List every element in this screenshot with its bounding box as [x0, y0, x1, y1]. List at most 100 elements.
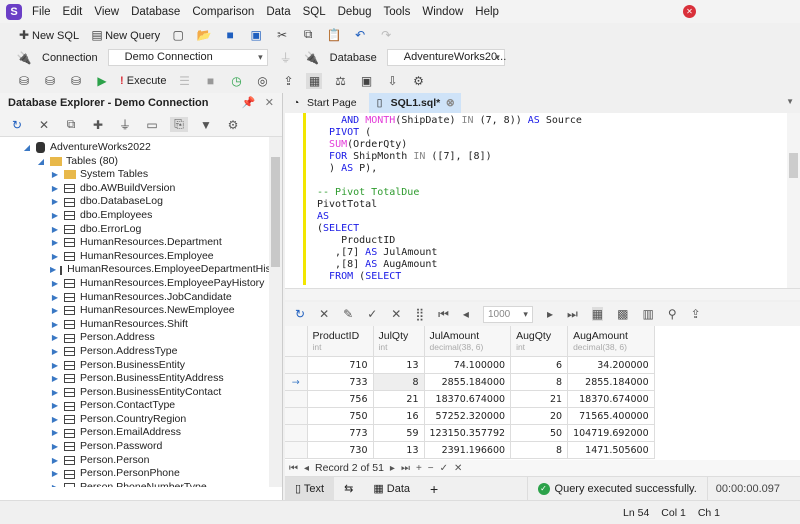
row-indicator[interactable] [285, 441, 308, 459]
tree-node-table[interactable]: ▶ Person.BusinessEntityAddress [0, 372, 282, 386]
tree-node-table[interactable]: ▶ HumanResources.EmployeeDepartmentHistor… [0, 263, 282, 277]
menu-view[interactable]: View [94, 6, 119, 18]
collapsed-arrow-icon[interactable]: ▶ [50, 467, 60, 481]
tab-start-page[interactable]: ◔ Start Page [285, 93, 369, 113]
refresh-icon[interactable]: ↻ [8, 118, 26, 132]
tree-node-table[interactable]: ▶ dbo.DatabaseLog [0, 195, 282, 209]
edit-icon[interactable]: ✎ [343, 307, 353, 321]
collapsed-arrow-icon[interactable]: ▶ [50, 331, 60, 345]
column-header[interactable]: JulAmount decimal(38, 6) [424, 326, 512, 357]
table-cell[interactable]: 123150.357792 [424, 424, 512, 442]
tree-node-table[interactable]: ▶ HumanResources.Department [0, 236, 282, 250]
connection-dropdown[interactable]: Demo Connection [107, 49, 268, 66]
collapsed-arrow-icon[interactable]: ▶ [50, 345, 60, 359]
menu-tools[interactable]: Tools [384, 6, 411, 18]
collapsed-arrow-icon[interactable]: ▶ [50, 399, 60, 413]
settings-icon[interactable]: ⚙ [224, 118, 242, 132]
collapsed-arrow-icon[interactable]: ▶ [50, 195, 60, 209]
collapsed-arrow-icon[interactable]: ▶ [50, 209, 60, 223]
tree-node-table[interactable]: ▶ Person.Password [0, 440, 282, 454]
table-row[interactable]: 710 13 74.100000 6 34.200000 [285, 356, 655, 374]
pin-icon[interactable]: 📌 [242, 97, 256, 109]
table-cell[interactable]: 59 [373, 424, 425, 442]
menu-file[interactable]: File [32, 6, 51, 18]
tree-node-table[interactable]: ▶ Person.Person [0, 454, 282, 468]
open-icon[interactable]: 📂 [196, 27, 212, 43]
tree-node-table[interactable]: ▶ Person.PersonPhone [0, 467, 282, 481]
export-grid-icon[interactable]: ⇪ [691, 307, 701, 321]
tab-data[interactable]: ▦ Data [363, 477, 420, 501]
first-record-icon[interactable]: ⏮ [289, 463, 298, 474]
export-icon[interactable]: ⇪ [280, 73, 296, 89]
run-icon[interactable]: ▶ [94, 73, 110, 89]
table-cell[interactable]: 50 [510, 424, 569, 442]
history-icon[interactable]: ◷ [228, 73, 244, 89]
database-edit-icon[interactable]: ⛁ [42, 73, 58, 89]
save-all-icon[interactable]: ▣ [248, 27, 264, 43]
expanded-arrow-icon[interactable]: ◢ [22, 141, 32, 155]
save-record-icon[interactable]: ✓ [440, 463, 448, 474]
table-cell[interactable]: 1471.505600 [567, 441, 655, 459]
execute-current-icon[interactable]: ☰ [176, 73, 192, 89]
first-page-icon[interactable]: ⏮ [438, 307, 449, 322]
menu-sql[interactable]: SQL [303, 6, 326, 18]
apply-icon[interactable]: ✓ [367, 307, 377, 321]
save-icon[interactable]: ■ [222, 27, 238, 43]
cancel-record-icon[interactable]: ✕ [454, 463, 462, 474]
delete-icon[interactable]: ✕ [35, 118, 53, 132]
database-connect-icon[interactable]: 🔌 [304, 50, 320, 66]
editor-hscrollbar[interactable] [285, 288, 800, 300]
tree-node-table[interactable]: ▶ Person.ContactType [0, 399, 282, 413]
collapsed-arrow-icon[interactable]: ▶ [50, 426, 60, 440]
table-cell[interactable]: 773 [307, 424, 374, 442]
disconnect-icon[interactable]: ⏚ [278, 50, 294, 66]
new-query-button[interactable]: ▤ New Query [89, 27, 160, 43]
editor-scrollbar[interactable] [787, 113, 800, 288]
prev-page-icon[interactable]: ◂ [463, 307, 469, 321]
collapsed-arrow-icon[interactable]: ▶ [50, 481, 60, 487]
database-dropdown[interactable]: AdventureWorks20... [386, 49, 506, 66]
collapsed-arrow-icon[interactable]: ▶ [50, 372, 60, 386]
tree-node-table[interactable]: ▶ Person.BusinessEntity [0, 359, 282, 373]
table-cell[interactable]: 730 [307, 441, 374, 459]
collapsed-arrow-icon[interactable]: ▶ [50, 454, 60, 468]
page-size-dropdown[interactable]: 1000 [482, 305, 533, 323]
collapsed-arrow-icon[interactable]: ▶ [50, 223, 60, 237]
tree-node-table[interactable]: ▶ Person.CountryRegion [0, 413, 282, 427]
table-cell[interactable]: 6 [510, 356, 569, 374]
tab-sql1[interactable]: ▯ SQL1.sql* ⊗ [368, 93, 461, 113]
cut-icon[interactable]: ✂ [274, 27, 290, 43]
card-view-icon[interactable]: ▩ [617, 307, 628, 321]
table-row[interactable]: 773 59 123150.357792 50 104719.692000 [285, 424, 655, 442]
column-header[interactable]: AugAmount decimal(38, 6) [567, 326, 655, 357]
table-cell[interactable]: 18370.674000 [567, 390, 655, 408]
table-cell[interactable]: 13 [373, 356, 425, 374]
grid-view-icon[interactable]: ▦ [591, 307, 604, 321]
next-page-icon[interactable]: ▸ [547, 307, 553, 321]
table-cell[interactable]: 16 [373, 407, 425, 425]
tree-node-table[interactable]: ▶ HumanResources.NewEmployee [0, 304, 282, 318]
grid-icon[interactable]: ▦ [306, 72, 323, 89]
table-cell[interactable]: 13 [373, 441, 425, 459]
sql-code[interactable]: AND MONTH(ShipDate) IN (7, 8)) AS Source… [317, 115, 582, 283]
new-file-icon[interactable]: ▢ [170, 27, 186, 43]
tree-node-table[interactable]: ▶ HumanResources.EmployeePayHistory [0, 277, 282, 291]
table-row[interactable]: 730 13 2391.196600 8 1471.505600 [285, 441, 655, 459]
refresh-icon[interactable]: ↻ [295, 307, 305, 321]
tree-node-table[interactable]: ▶ dbo.Employees [0, 209, 282, 223]
sync-icon[interactable]: ⎘ [170, 117, 188, 132]
table-cell[interactable]: 8 [373, 373, 425, 391]
menu-edit[interactable]: Edit [63, 6, 83, 18]
compare-icon[interactable]: ⚖ [332, 73, 348, 89]
new-connection-icon[interactable]: ✚ [89, 118, 107, 132]
add-tab-button[interactable]: + [420, 477, 448, 501]
row-indicator[interactable] [285, 407, 308, 425]
copy-icon[interactable]: ⧉ [62, 117, 80, 132]
tree-node-table[interactable]: ▶ Person.EmailAddress [0, 426, 282, 440]
tree-node-tables[interactable]: ◢ Tables (80) [0, 155, 282, 169]
prev-record-icon[interactable]: ◂ [304, 463, 309, 474]
collapsed-arrow-icon[interactable]: ▶ [50, 304, 60, 318]
paste-icon[interactable]: 📋 [326, 27, 342, 43]
close-panel-icon[interactable]: ✕ [265, 97, 274, 109]
menu-data[interactable]: Data [266, 6, 290, 18]
